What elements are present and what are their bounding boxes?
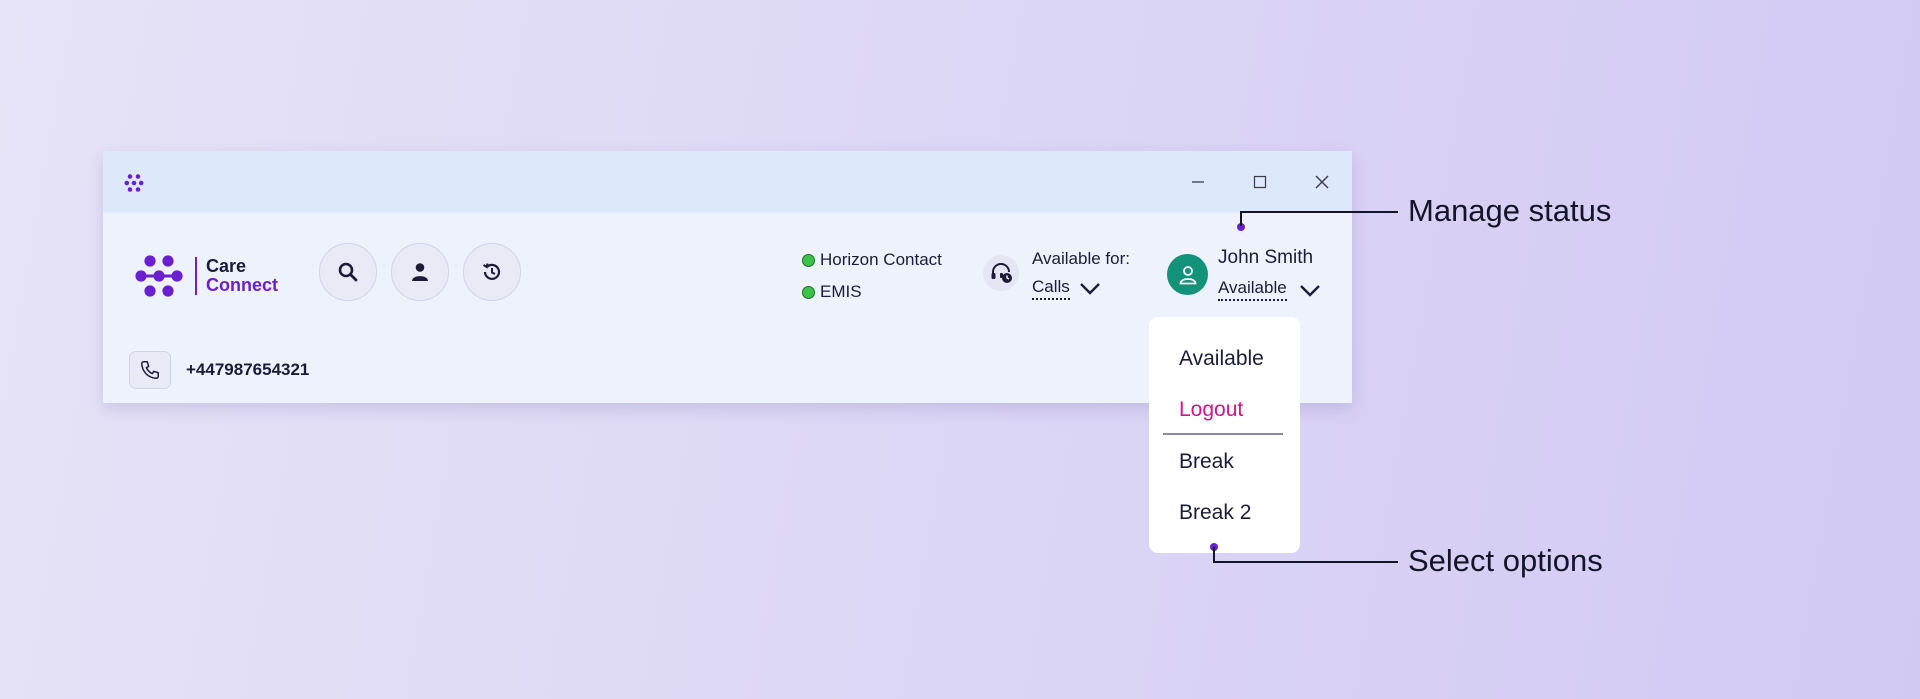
contact-icon [412, 263, 428, 281]
search-icon [338, 262, 358, 282]
system-label: Horizon Contact [820, 250, 942, 269]
phone-icon [141, 361, 159, 379]
status-option-available[interactable]: Available [1179, 347, 1264, 371]
brand-line-2: Connect [206, 275, 278, 295]
phone-button[interactable] [129, 351, 171, 389]
callout-select-options: Select options [1408, 543, 1603, 578]
user-icon [1179, 265, 1196, 284]
availability-dropdown-button[interactable] [1078, 277, 1102, 301]
brand-wordmark: Care Connect [195, 257, 278, 295]
availability-value[interactable]: Calls [1032, 277, 1070, 300]
close-icon [1315, 175, 1329, 189]
callout-line [1240, 211, 1398, 213]
history-icon [482, 263, 501, 280]
care-connect-logo-icon [135, 255, 183, 297]
brand-line-1: Care [206, 256, 247, 276]
callout-line [1240, 211, 1242, 226]
maximize-button[interactable] [1248, 170, 1272, 194]
title-bar [103, 151, 1352, 213]
status-dropdown-menu: Available Logout Break Break 2 [1149, 317, 1300, 553]
callout-line [1213, 561, 1398, 563]
status-option-logout[interactable]: Logout [1179, 398, 1243, 422]
contacts-button[interactable] [391, 243, 449, 301]
system-status-horizon: Horizon Contact [802, 250, 942, 270]
app-logo-icon [124, 174, 144, 192]
status-option-break[interactable]: Break [1179, 450, 1234, 474]
connected-status-icon [802, 285, 815, 299]
maximize-icon [1253, 175, 1267, 189]
history-button[interactable] [463, 243, 521, 301]
chevron-down-icon [1080, 283, 1100, 295]
minimize-icon [1192, 181, 1204, 183]
system-label: EMIS [820, 282, 862, 301]
system-status-emis: EMIS [802, 282, 862, 302]
minimize-button[interactable] [1186, 170, 1210, 194]
callout-manage-status: Manage status [1408, 193, 1612, 228]
status-option-break-2[interactable]: Break 2 [1179, 501, 1251, 525]
status-dropdown-button[interactable] [1298, 279, 1322, 303]
user-name: John Smith [1218, 247, 1314, 268]
availability-label: Available for: [1032, 249, 1130, 268]
user-status[interactable]: Available [1218, 278, 1287, 301]
headset-clock-icon [991, 263, 1012, 283]
avatar[interactable] [1167, 254, 1208, 295]
phone-number: +447987654321 [186, 360, 310, 379]
menu-divider [1163, 433, 1283, 435]
brand-logo: Care Connect [135, 254, 278, 298]
callout-line [1213, 547, 1215, 561]
chevron-down-icon [1300, 285, 1320, 297]
close-button[interactable] [1310, 170, 1334, 194]
connected-status-icon [802, 253, 815, 267]
search-button[interactable] [319, 243, 377, 301]
headset-icon-badge [983, 255, 1019, 291]
